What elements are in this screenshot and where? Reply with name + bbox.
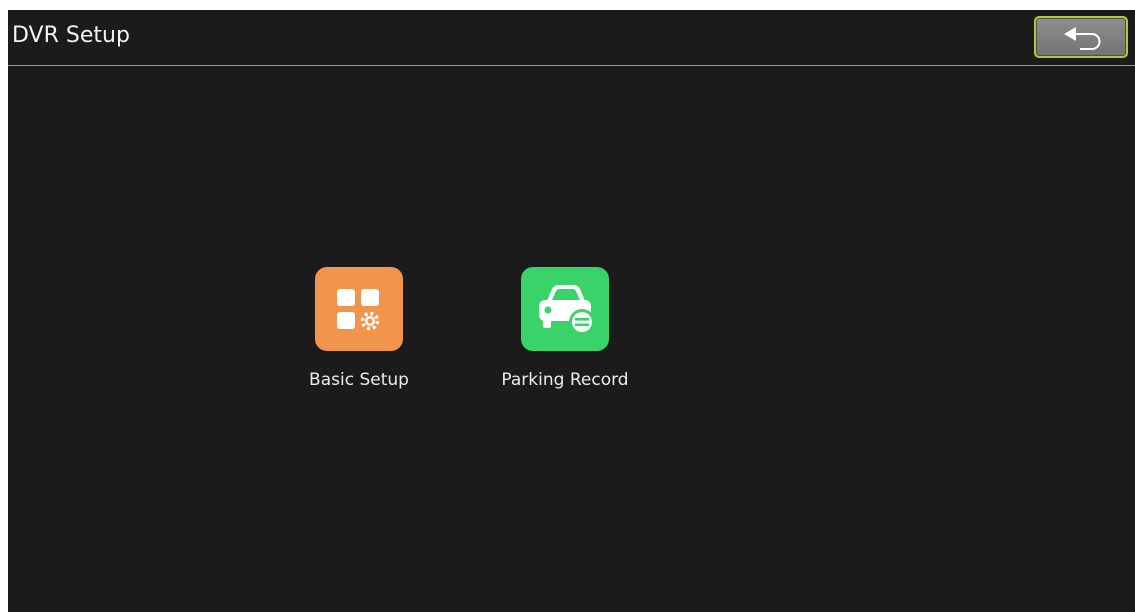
parking-record-icon-box (521, 267, 609, 351)
car-icon (539, 285, 595, 335)
header-bar: DVR Setup (8, 10, 1135, 66)
dvr-setup-screen: DVR Setup Basic Setup Parking Record (8, 10, 1135, 612)
apps-gear-icon (337, 289, 380, 331)
back-arrow-icon (1064, 27, 1101, 50)
basic-setup-button[interactable]: Basic Setup (274, 267, 444, 397)
parking-record-button[interactable]: Parking Record (480, 267, 650, 397)
back-button[interactable] (1034, 16, 1128, 58)
basic-setup-label: Basic Setup (309, 370, 409, 390)
basic-setup-icon-box (315, 267, 403, 351)
parking-record-label: Parking Record (501, 370, 629, 390)
page-title: DVR Setup (12, 23, 130, 48)
